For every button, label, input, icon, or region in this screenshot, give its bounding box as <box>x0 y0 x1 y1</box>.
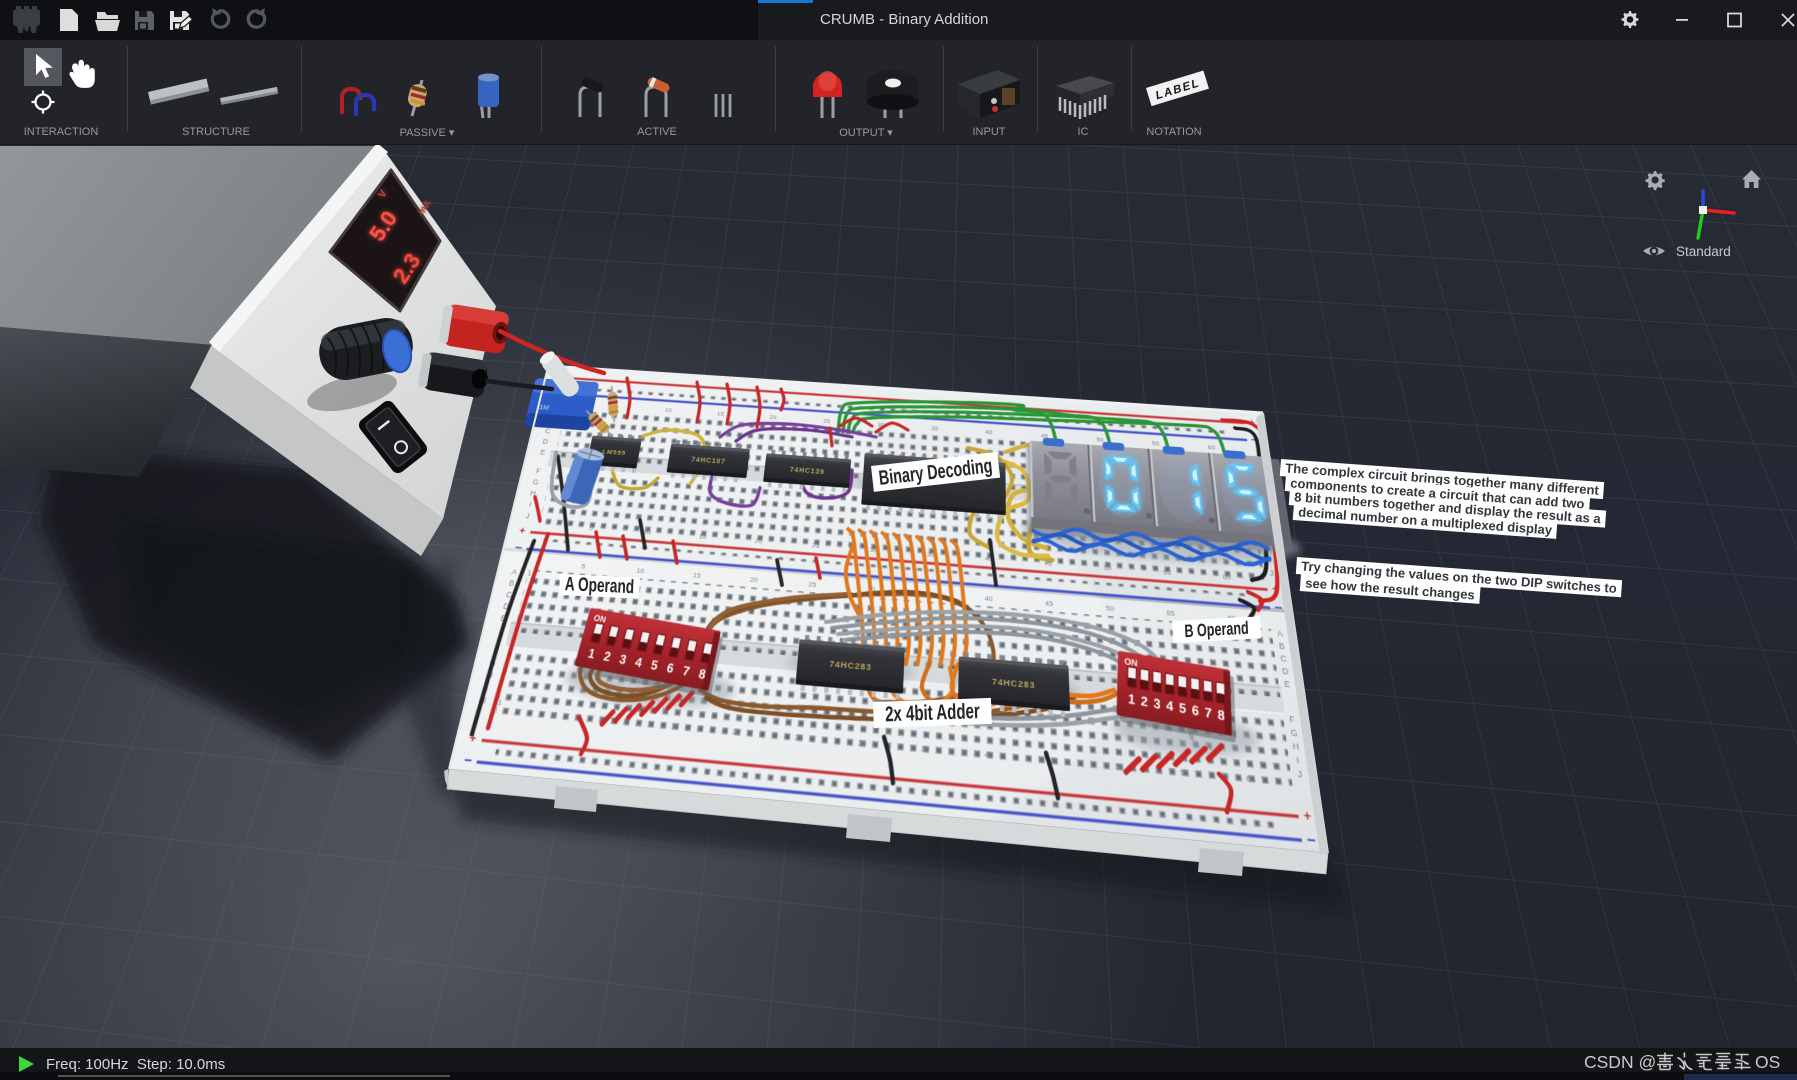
svg-text:Standard: Standard <box>1676 244 1731 259</box>
svg-text:B Operand: B Operand <box>1184 619 1249 642</box>
svg-text:OS: OS <box>1755 1052 1780 1072</box>
svg-text:2x 4bit Adder: 2x 4bit Adder <box>885 698 981 726</box>
svg-text:A Operand: A Operand <box>564 573 634 598</box>
svg-text:CSDN @: CSDN @ <box>1584 1052 1656 1072</box>
svg-text:Freq: 100Hz Step: 10.0ms: Freq: 100Hz Step: 10.0ms <box>46 1056 225 1073</box>
